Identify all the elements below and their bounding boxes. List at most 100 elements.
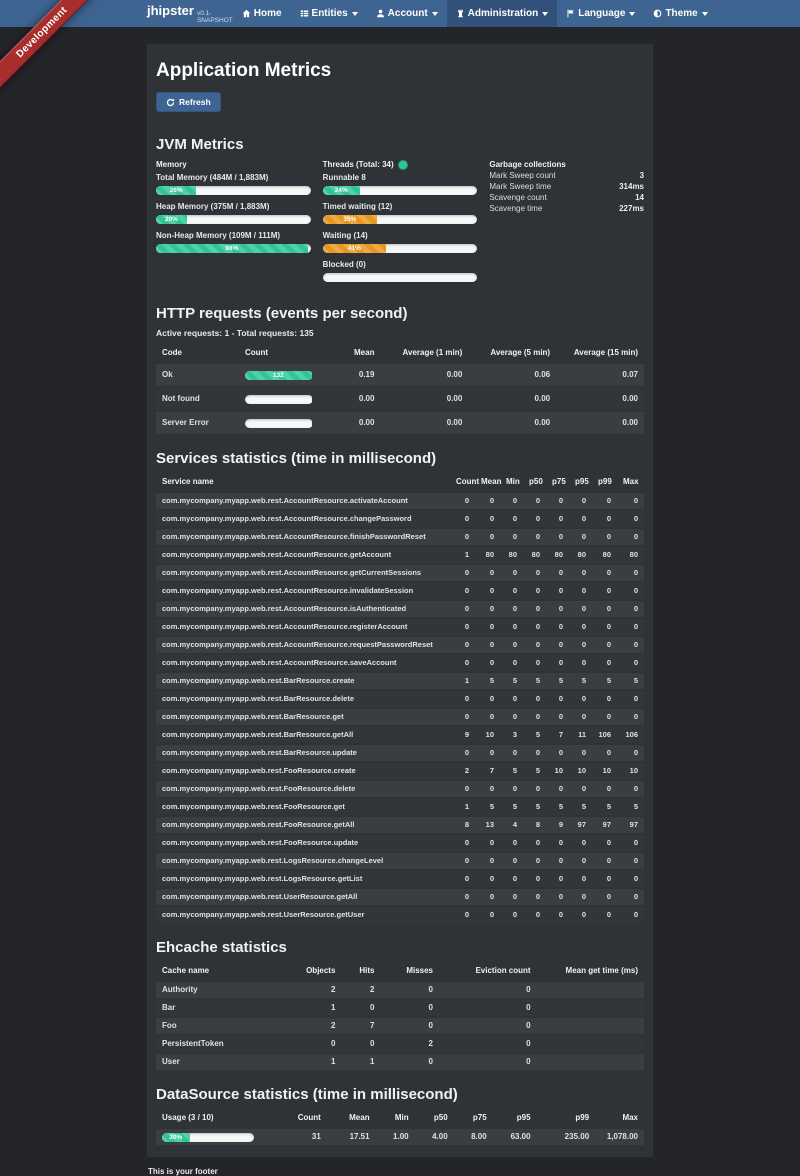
nav-item-language[interactable]: Language [557, 0, 644, 27]
cell: 0 [450, 510, 475, 528]
cell: 1 [450, 546, 475, 564]
cell: 10 [592, 762, 617, 780]
cell [537, 1017, 644, 1035]
cell: 0 [546, 888, 569, 906]
metric: Runnable 824% [323, 173, 478, 195]
cell: 0 [569, 636, 592, 654]
cell: 0 [592, 834, 617, 852]
cell: com.mycompany.myapp.web.rest.AccountReso… [156, 582, 450, 600]
metric: Waiting (14)41% [323, 231, 478, 253]
gc-row: Mark Sweep count3 [489, 170, 644, 181]
cell: 0 [592, 582, 617, 600]
nav-item-home[interactable]: Home [233, 0, 291, 27]
cell: 7 [341, 1017, 380, 1035]
metric-label: Non-Heap Memory (109M / 111M) [156, 231, 311, 241]
cell: 5 [617, 798, 644, 816]
cell: 0 [569, 528, 592, 546]
table-row: com.mycompany.myapp.web.rest.FooResource… [156, 780, 644, 798]
cell: 106 [592, 726, 617, 744]
column-header: Average (15 min) [556, 344, 644, 363]
cell: 80 [617, 546, 644, 564]
nav-item-account[interactable]: Account [367, 0, 447, 27]
progress-bar-fill: 20% [156, 215, 187, 224]
http-requests-table: CodeCountMeanAverage (1 min)Average (5 m… [156, 344, 644, 434]
cell: com.mycompany.myapp.web.rest.BarResource… [156, 726, 450, 744]
nav-item-administration[interactable]: Administration [447, 0, 558, 27]
cell: 17.51 [327, 1128, 376, 1145]
cell: com.mycompany.myapp.web.rest.FooResource… [156, 780, 450, 798]
brand-name: jhipster [147, 3, 194, 18]
column-header: Eviction count [439, 962, 537, 981]
cell: 0 [569, 744, 592, 762]
table-row: com.mycompany.myapp.web.rest.AccountReso… [156, 654, 644, 672]
cell: 0 [523, 618, 546, 636]
cell: 7 [475, 762, 500, 780]
cell: 0 [569, 492, 592, 510]
cell: 0 [546, 870, 569, 888]
table-row: com.mycompany.myapp.web.rest.AccountReso… [156, 564, 644, 582]
cell: 0 [592, 780, 617, 798]
cell: 2 [298, 981, 342, 999]
cell: 0 [523, 600, 546, 618]
cell: 0 [546, 744, 569, 762]
cell: 0 [523, 582, 546, 600]
cell [537, 1035, 644, 1053]
column-header: Objects [298, 962, 342, 981]
memory-heading: Memory [156, 159, 311, 170]
cell: 1 [298, 1053, 342, 1070]
cell: 0 [475, 636, 500, 654]
cell: 0 [546, 564, 569, 582]
services-statistics-table: Service nameCountMeanMinp50p75p95p99Max … [156, 473, 644, 923]
cell: 0 [475, 492, 500, 510]
cell: 0 [617, 690, 644, 708]
cell: 0 [500, 870, 523, 888]
column-header: p95 [493, 1109, 537, 1128]
cell: 0 [341, 1035, 380, 1053]
cell: 0 [617, 888, 644, 906]
metric-label: Runnable 8 [323, 173, 478, 183]
cell [239, 387, 312, 411]
nav-item-theme[interactable]: Theme [644, 0, 716, 27]
cell: 0 [475, 852, 500, 870]
cell: 0 [439, 1035, 537, 1053]
gc-label: Mark Sweep count [489, 170, 555, 181]
table-row: com.mycompany.myapp.web.rest.BarResource… [156, 726, 644, 744]
cell: 0 [592, 564, 617, 582]
cell: 0 [523, 744, 546, 762]
cell: 0 [500, 510, 523, 528]
column-header: p75 [454, 1109, 493, 1128]
cell: 10 [475, 726, 500, 744]
cell: 0 [569, 870, 592, 888]
nav-item-label: Home [254, 8, 282, 19]
cell: 0 [475, 528, 500, 546]
table-row: Foo2700 [156, 1017, 644, 1035]
progress-bar-fill: 30% [162, 1133, 190, 1142]
cell: com.mycompany.myapp.web.rest.AccountReso… [156, 618, 450, 636]
threads-status-icon [398, 160, 408, 170]
cell: 0 [450, 834, 475, 852]
cell: 0 [450, 582, 475, 600]
cell: 0 [450, 654, 475, 672]
cell: 2 [450, 762, 475, 780]
cell: 0 [450, 780, 475, 798]
column-header: p50 [523, 473, 546, 492]
cell: 0 [380, 999, 439, 1017]
cell: 0 [569, 582, 592, 600]
cell: 0 [569, 564, 592, 582]
nav-item-entities[interactable]: Entities [291, 0, 367, 27]
gc-row: Scavenge time227ms [489, 203, 644, 214]
brand-version: v0.1-SNAPSHOT [197, 10, 233, 24]
cell: 11 [569, 726, 592, 744]
cell: 0 [450, 870, 475, 888]
cell: 0 [500, 654, 523, 672]
cell: Authority [156, 981, 298, 999]
column-header: Min [376, 1109, 415, 1128]
table-row: com.mycompany.myapp.web.rest.UserResourc… [156, 906, 644, 923]
cell: Foo [156, 1017, 298, 1035]
gc-value: 14 [635, 192, 644, 203]
brand-link[interactable]: jhipster v0.1-SNAPSHOT [147, 3, 233, 24]
cell: 0 [475, 744, 500, 762]
metric-label: Total Memory (484M / 1,883M) [156, 173, 311, 183]
cell: 1 [450, 798, 475, 816]
refresh-button[interactable]: Refresh [156, 92, 221, 112]
